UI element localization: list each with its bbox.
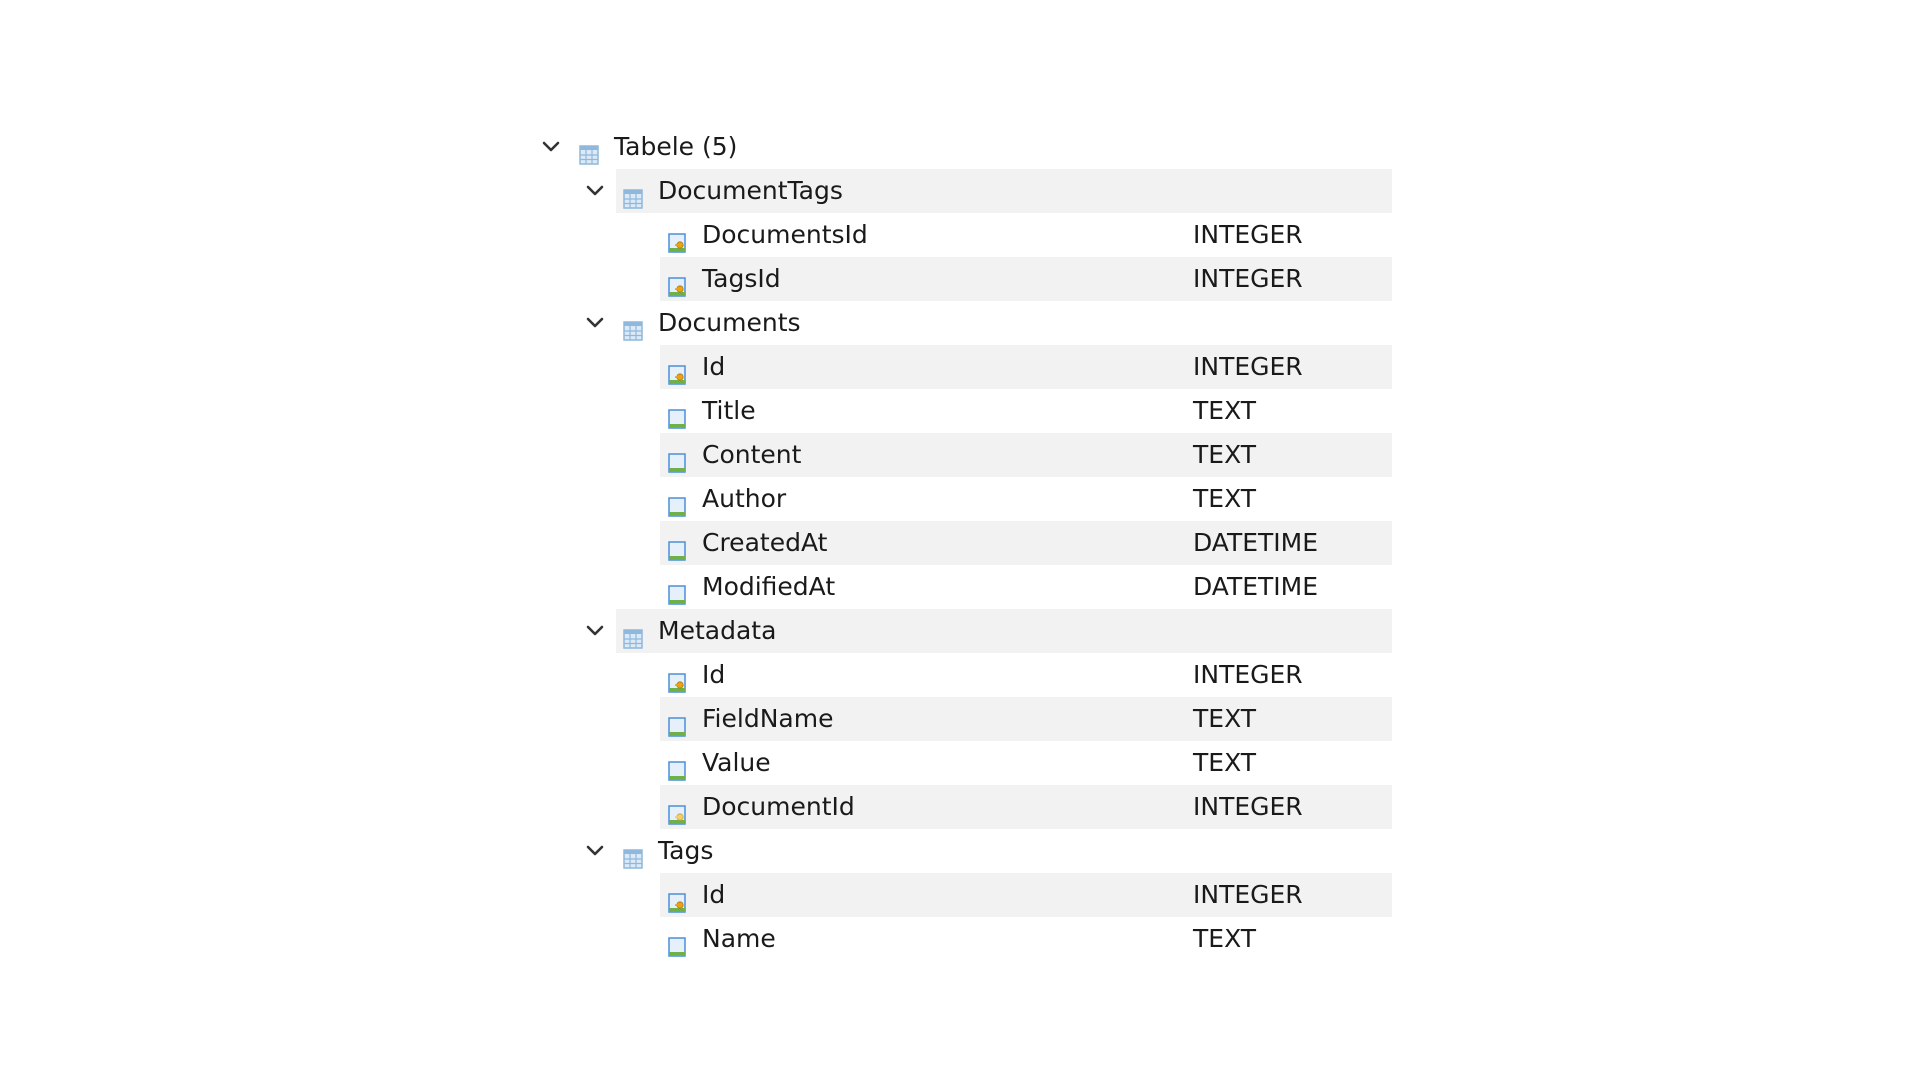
column-type: TEXT <box>1193 704 1257 733</box>
column-type: INTEGER <box>1193 352 1303 381</box>
key-column-icon <box>666 664 688 693</box>
column-name: Value <box>702 748 771 777</box>
column-name: Content <box>702 440 802 469</box>
column-name: Id <box>702 880 726 909</box>
column-name: Title <box>702 396 756 425</box>
column-type: DATETIME <box>1193 528 1319 557</box>
column-icon <box>666 444 688 473</box>
column-type: INTEGER <box>1193 792 1303 821</box>
tree-column-node[interactable]: TagsId INTEGER <box>532 257 1392 301</box>
tree-root-tables[interactable]: Tabele (5) <box>532 125 1392 169</box>
column-type: INTEGER <box>1193 264 1303 293</box>
table-icon <box>622 180 644 209</box>
table-icon <box>622 620 644 649</box>
column-type: TEXT <box>1193 396 1257 425</box>
column-type: TEXT <box>1193 924 1257 953</box>
tables-folder-icon <box>578 136 600 165</box>
column-icon <box>666 532 688 561</box>
tree-column-node[interactable]: Id INTEGER <box>532 873 1392 917</box>
column-type: TEXT <box>1193 484 1257 513</box>
column-type: TEXT <box>1193 440 1257 469</box>
tree-table-node[interactable]: Metadata <box>532 609 1392 653</box>
column-name: Id <box>702 352 726 381</box>
chevron-down-icon[interactable] <box>537 125 565 169</box>
chevron-down-icon[interactable] <box>581 169 609 213</box>
column-name: Id <box>702 660 726 689</box>
column-type: TEXT <box>1193 748 1257 777</box>
tree-table-node[interactable]: Tags <box>532 829 1392 873</box>
column-name: Name <box>702 924 776 953</box>
column-name: DocumentId <box>702 792 855 821</box>
table-icon <box>622 312 644 341</box>
tree-table-node[interactable]: DocumentTags <box>532 169 1392 213</box>
column-name: TagsId <box>702 264 781 293</box>
column-type: INTEGER <box>1193 880 1303 909</box>
table-name: Tags <box>658 836 714 865</box>
column-icon <box>666 752 688 781</box>
table-icon <box>622 840 644 869</box>
tree-root-label: Tabele (5) <box>614 132 738 161</box>
column-icon <box>666 708 688 737</box>
tree-column-node[interactable]: Name TEXT <box>532 917 1392 961</box>
tree-column-node[interactable]: DocumentId INTEGER <box>532 785 1392 829</box>
tree-column-node[interactable]: Id INTEGER <box>532 345 1392 389</box>
chevron-down-icon[interactable] <box>581 609 609 653</box>
column-name: FieldName <box>702 704 834 733</box>
tree-column-node[interactable]: Title TEXT <box>532 389 1392 433</box>
tree-column-node[interactable]: ModifiedAt DATETIME <box>532 565 1392 609</box>
schema-tree: Tabele (5) DocumentTags DocumentsId INTEGER… <box>532 125 1392 961</box>
chevron-down-icon[interactable] <box>581 301 609 345</box>
table-name: Metadata <box>658 616 777 645</box>
tree-column-node[interactable]: FieldName TEXT <box>532 697 1392 741</box>
column-name: ModifiedAt <box>702 572 836 601</box>
column-name: DocumentsId <box>702 220 868 249</box>
table-name: DocumentTags <box>658 176 843 205</box>
key-column-icon <box>666 224 688 253</box>
chevron-down-icon[interactable] <box>581 829 609 873</box>
column-icon <box>666 488 688 517</box>
key-column-icon <box>666 356 688 385</box>
column-type: DATETIME <box>1193 572 1319 601</box>
row-background <box>616 829 1392 873</box>
table-name: Documents <box>658 308 801 337</box>
tree-column-node[interactable]: CreatedAt DATETIME <box>532 521 1392 565</box>
tree-column-node[interactable]: DocumentsId INTEGER <box>532 213 1392 257</box>
column-name: Author <box>702 484 787 513</box>
column-type: INTEGER <box>1193 220 1303 249</box>
row-background <box>660 389 1392 433</box>
foreign-key-column-icon <box>666 796 688 825</box>
column-name: CreatedAt <box>702 528 828 557</box>
tree-column-node[interactable]: Content TEXT <box>532 433 1392 477</box>
tree-column-node[interactable]: Author TEXT <box>532 477 1392 521</box>
column-icon <box>666 400 688 429</box>
tree-table-node[interactable]: Documents <box>532 301 1392 345</box>
column-icon <box>666 576 688 605</box>
key-column-icon <box>666 268 688 297</box>
key-column-icon <box>666 884 688 913</box>
column-type: INTEGER <box>1193 660 1303 689</box>
column-icon <box>666 928 688 957</box>
tree-column-node[interactable]: Value TEXT <box>532 741 1392 785</box>
tree-column-node[interactable]: Id INTEGER <box>532 653 1392 697</box>
